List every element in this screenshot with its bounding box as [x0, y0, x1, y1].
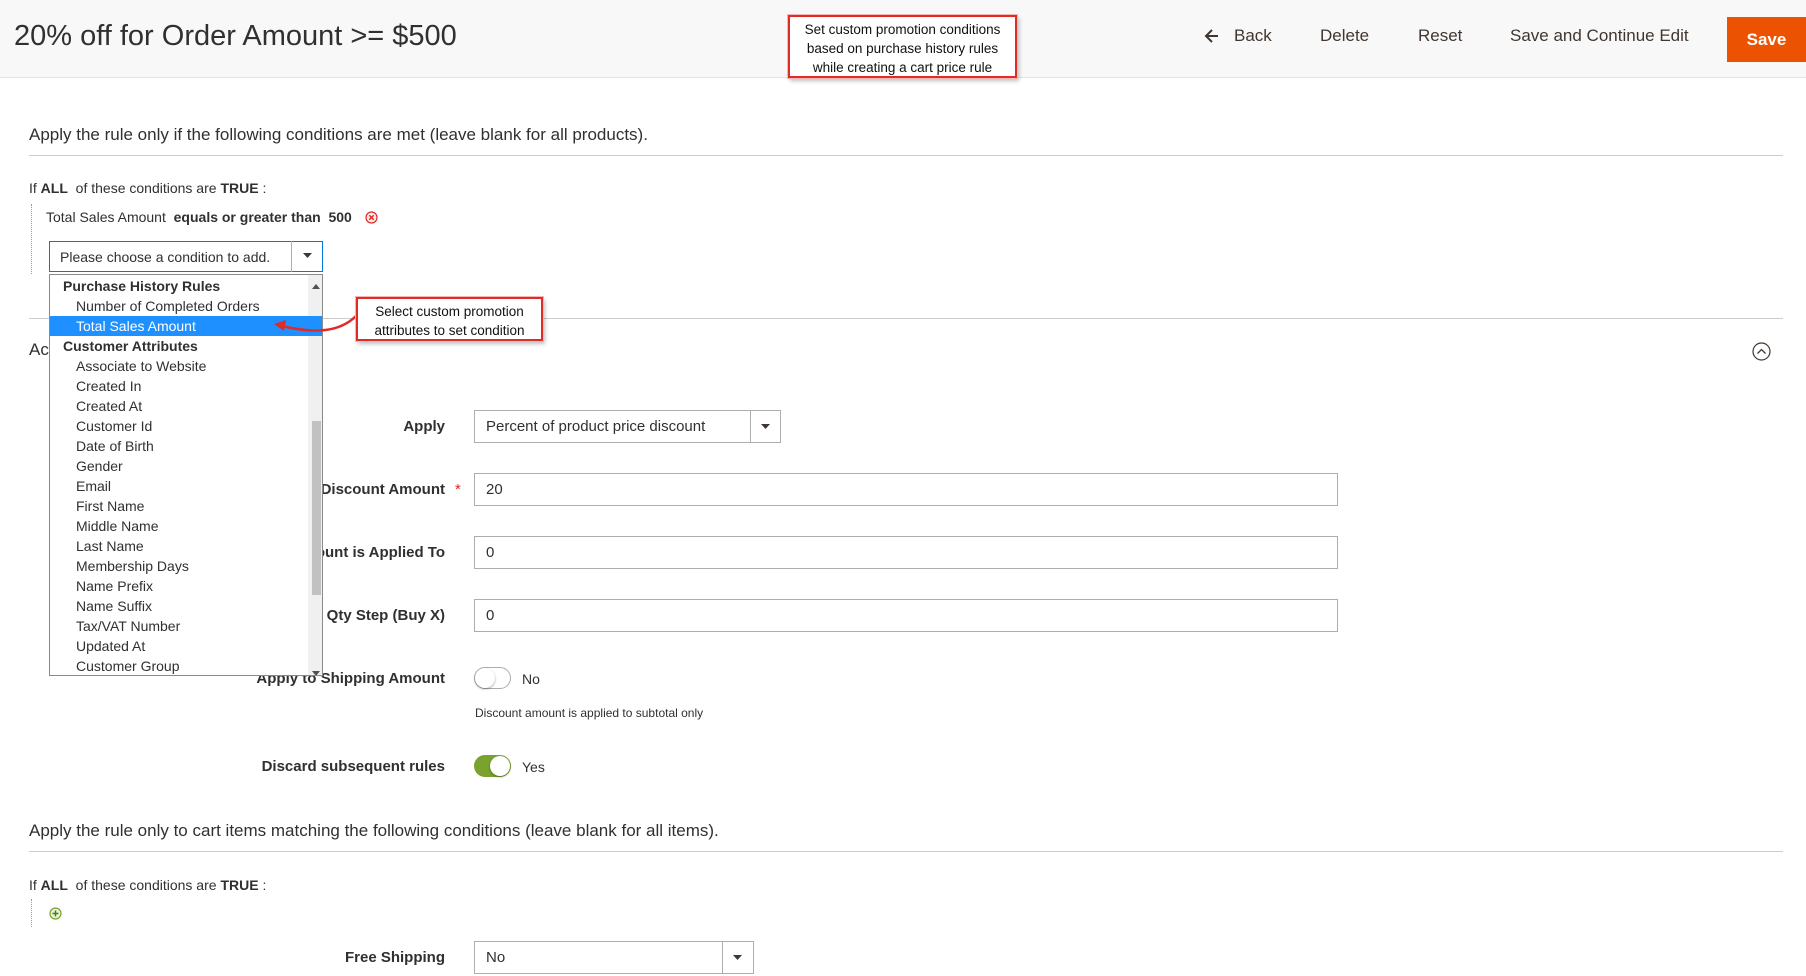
discount-amount-input[interactable]	[474, 473, 1338, 506]
arrow-left-icon[interactable]	[1204, 27, 1220, 45]
qty-step-input[interactable]	[474, 599, 1338, 632]
dropdown-option[interactable]: Name Prefix	[50, 576, 322, 596]
if-text: If	[29, 877, 37, 893]
callout-select-attributes: Select custom promotion attributes to se…	[356, 297, 543, 341]
dropdown-option[interactable]: Date of Birth	[50, 436, 322, 456]
aggregator-mid-text: of these conditions are	[75, 180, 217, 196]
chevron-down-icon[interactable]	[722, 941, 752, 974]
chevron-down-icon[interactable]	[291, 241, 323, 272]
condition-select-placeholder: Please choose a condition to add.	[60, 249, 271, 265]
cart-conditions-heading: Apply the rule only to cart items matchi…	[29, 821, 719, 840]
apply-select-value: Percent of product price discount	[486, 418, 706, 435]
save-continue-button[interactable]: Save and Continue Edit	[1510, 26, 1689, 46]
dropdown-option[interactable]: Created In	[50, 376, 322, 396]
dropdown-option[interactable]: Middle Name	[50, 516, 322, 536]
back-button[interactable]: Back	[1234, 26, 1272, 46]
dropdown-option[interactable]: Customer Group	[50, 656, 322, 675]
reset-button[interactable]: Reset	[1418, 26, 1462, 46]
chevron-down-icon[interactable]	[750, 410, 780, 443]
section-divider	[29, 155, 1783, 156]
free-shipping-label: Free Shipping	[344, 949, 445, 966]
discount-amount-value: 20	[486, 481, 503, 498]
callout-line: Select custom promotion	[375, 304, 524, 319]
dropdown-option[interactable]: Membership Days	[50, 556, 322, 576]
conditions-tree-line	[31, 204, 32, 274]
discard-rules-label: Discard subsequent rules	[261, 758, 445, 775]
free-shipping-value: No	[486, 949, 506, 966]
condition-row: Total Sales Amount equals or greater tha…	[46, 209, 352, 225]
toggle-knob	[490, 756, 510, 776]
callout-line: attributes to set condition	[374, 323, 525, 338]
dropdown-option[interactable]: Email	[50, 476, 322, 496]
dropdown-option[interactable]: Last Name	[50, 536, 322, 556]
collapse-icon[interactable]	[1752, 342, 1771, 361]
free-shipping-select[interactable]	[474, 941, 754, 974]
condition-value[interactable]: 500	[328, 209, 351, 225]
dropdown-option[interactable]: Gender	[50, 456, 322, 476]
actions-heading: Ac	[29, 340, 49, 359]
condition-operator[interactable]: equals or greater than	[174, 209, 321, 225]
qty-step-value: 0	[486, 607, 495, 624]
condition-attribute[interactable]: Total Sales Amount	[46, 209, 166, 225]
cart-conditions-aggregator: If ALL of these conditions are TRUE :	[29, 877, 266, 893]
dropdown-optgroup: Customer Attributes	[63, 338, 198, 354]
dropdown-option[interactable]: Created At	[50, 396, 322, 416]
callout-promotion-conditions: Set custom promotion conditions based on…	[788, 15, 1017, 78]
callout-line: Set custom promotion conditions	[804, 22, 1001, 37]
required-mark: *	[455, 481, 461, 498]
conditions-tree-line	[31, 899, 32, 927]
dropdown-option[interactable]: Associate to Website	[50, 356, 322, 376]
if-text: If	[29, 180, 37, 196]
value-toggle[interactable]: TRUE	[220, 877, 258, 893]
shipping-amount-value: No	[522, 671, 540, 687]
section-divider	[29, 851, 1783, 852]
dropdown-option[interactable]: Tax/VAT Number	[50, 616, 322, 636]
dropdown-option[interactable]: First Name	[50, 496, 322, 516]
toggle-knob	[475, 668, 495, 688]
callout-arrow	[274, 315, 357, 332]
aggregator-toggle[interactable]: ALL	[41, 180, 68, 196]
dropdown-option[interactable]: Updated At	[50, 636, 322, 656]
add-condition-icon[interactable]	[49, 907, 62, 920]
aggregator-suffix: :	[262, 877, 267, 893]
conditions-aggregator: If ALL of these conditions are TRUE :	[29, 180, 266, 196]
dropdown-option[interactable]: Name Suffix	[50, 596, 322, 616]
save-button[interactable]: Save	[1727, 17, 1806, 62]
value-toggle[interactable]: TRUE	[220, 180, 258, 196]
remove-condition-icon[interactable]	[365, 211, 378, 224]
dropdown-option[interactable]: Customer Id	[50, 416, 322, 436]
aggregator-toggle[interactable]: ALL	[41, 877, 68, 893]
callout-line: while creating a cart price rule	[812, 60, 993, 75]
max-qty-input[interactable]	[474, 536, 1338, 569]
shipping-amount-toggle[interactable]	[474, 667, 511, 689]
discard-rules-value: Yes	[522, 759, 545, 775]
shipping-amount-note: Discount amount is applied to subtotal o…	[475, 706, 704, 720]
aggregator-suffix: :	[262, 180, 267, 196]
dropdown-optgroup: Purchase History Rules	[63, 278, 221, 294]
page-title: 20% off for Order Amount >= $500	[14, 20, 457, 52]
conditions-heading: Apply the rule only if the following con…	[29, 125, 648, 144]
delete-button[interactable]: Delete	[1320, 26, 1369, 46]
aggregator-mid-text: of these conditions are	[75, 877, 217, 893]
callout-line: based on purchase history rules	[806, 41, 999, 56]
discard-rules-toggle[interactable]	[474, 755, 511, 777]
max-qty-value: 0	[486, 544, 495, 561]
